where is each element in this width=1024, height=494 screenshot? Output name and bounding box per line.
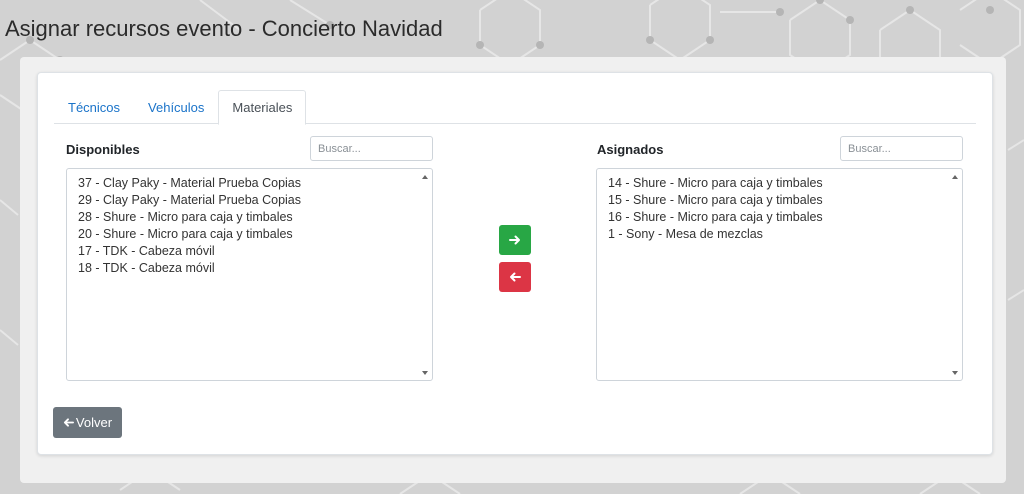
list-item[interactable]: 20 - Shure - Micro para caja y timbales	[78, 226, 432, 243]
assigned-listbox[interactable]: 14 - Shure - Micro para caja y timbales …	[596, 168, 963, 381]
list-item[interactable]: 18 - TDK - Cabeza móvil	[78, 260, 432, 277]
available-search-input[interactable]	[310, 136, 433, 161]
list-item[interactable]: 29 - Clay Paky - Material Prueba Copias	[78, 192, 432, 209]
available-listbox[interactable]: 37 - Clay Paky - Material Prueba Copias …	[66, 168, 433, 381]
assigned-search-input[interactable]	[840, 136, 963, 161]
list-item[interactable]: 14 - Shure - Micro para caja y timbales	[608, 175, 962, 192]
list-item[interactable]: 37 - Clay Paky - Material Prueba Copias	[78, 175, 432, 192]
back-button[interactable]: Volver	[53, 407, 122, 438]
page-title: Asignar recursos evento - Concierto Navi…	[5, 16, 443, 41]
list-item[interactable]: 16 - Shure - Micro para caja y timbales	[608, 209, 962, 226]
scroll-down-arrow-icon[interactable]	[422, 371, 428, 375]
tab-tecnicos[interactable]: Técnicos	[54, 90, 134, 124]
arrow-left-icon	[63, 418, 74, 427]
arrow-right-icon	[509, 235, 520, 245]
list-item[interactable]: 17 - TDK - Cabeza móvil	[78, 243, 432, 260]
list-item[interactable]: 28 - Shure - Micro para caja y timbales	[78, 209, 432, 226]
available-label: Disponibles	[66, 142, 140, 157]
tab-materiales[interactable]: Materiales	[218, 90, 307, 125]
scroll-up-arrow-icon[interactable]	[952, 175, 958, 179]
list-item[interactable]: 15 - Shure - Micro para caja y timbales	[608, 192, 962, 209]
tab-bar: Técnicos Vehículos Materiales	[54, 90, 976, 125]
tab-vehiculos[interactable]: Vehículos	[134, 90, 218, 124]
arrow-left-icon	[510, 272, 521, 282]
list-item[interactable]: 1 - Sony - Mesa de mezclas	[608, 226, 962, 243]
assign-button[interactable]	[499, 225, 531, 255]
unassign-button[interactable]	[499, 262, 531, 292]
assigned-label: Asignados	[597, 142, 664, 157]
scroll-down-arrow-icon[interactable]	[952, 371, 958, 375]
scroll-up-arrow-icon[interactable]	[422, 175, 428, 179]
back-button-label: Volver	[75, 415, 113, 430]
